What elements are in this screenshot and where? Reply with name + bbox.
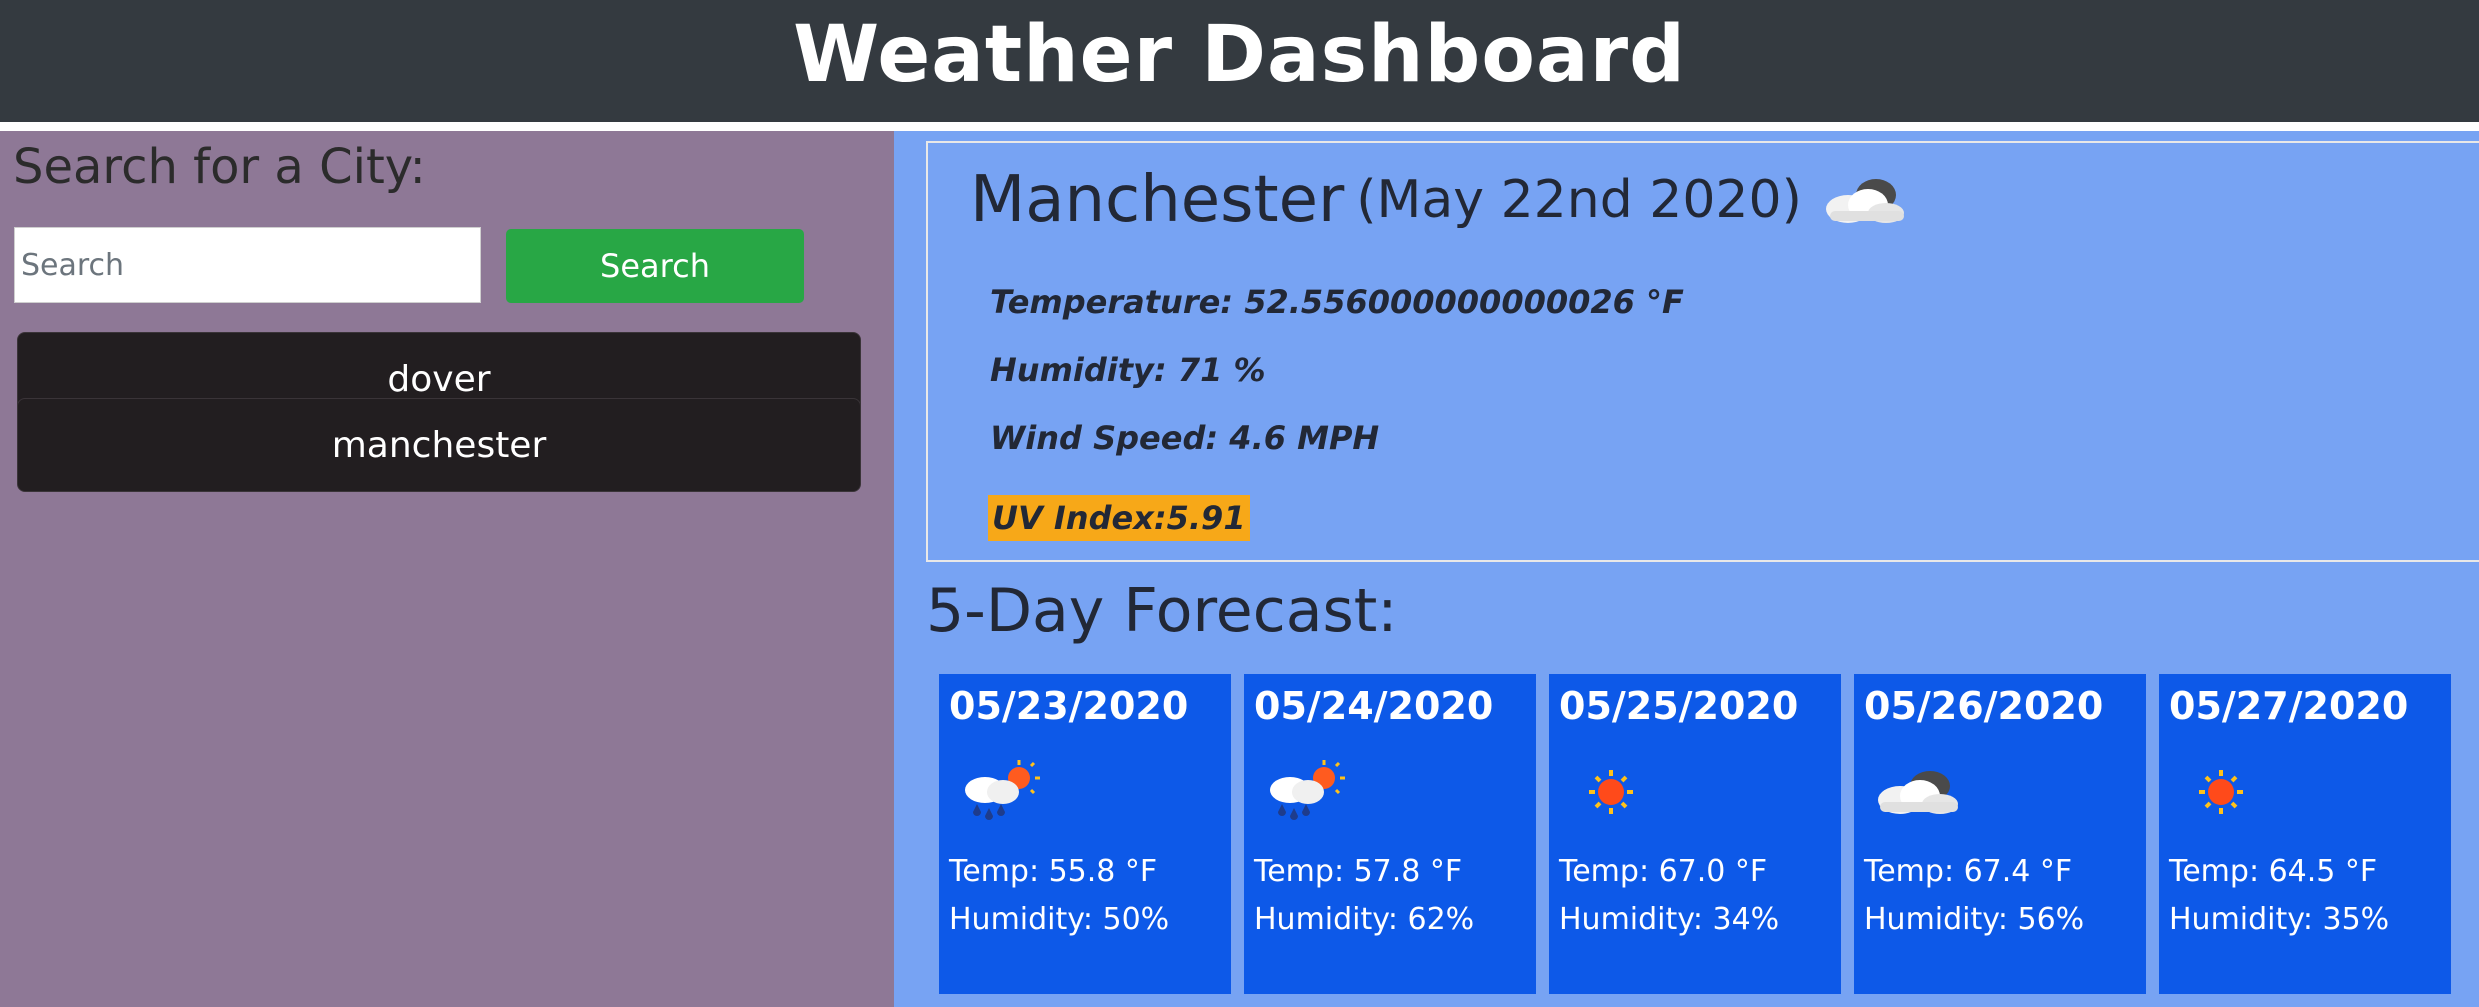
forecast-date: 05/27/2020 (2169, 684, 2409, 728)
forecast-temp: Temp: 67.0 °F (1559, 854, 1768, 889)
page-title: Weather Dashboard (793, 10, 1686, 100)
forecast-card: 05/25/2020 Temp: 67.0 °F Humidity: 34% (1549, 674, 1841, 994)
main-content: Manchester (May 22nd 2020) Temperature: … (894, 131, 2479, 1007)
forecast-date: 05/26/2020 (1864, 684, 2104, 728)
sun-icon (1589, 770, 1633, 814)
rain-sun-icon (1270, 760, 1345, 820)
forecast-date: 05/24/2020 (1254, 684, 1494, 728)
forecast-date: 05/25/2020 (1559, 684, 1799, 728)
search-heading: Search for a City: (13, 139, 426, 195)
forecast-temp: Temp: 57.8 °F (1254, 854, 1463, 889)
forecast-humidity: Humidity: 62% (1254, 902, 1475, 937)
forecast-humidity: Humidity: 34% (1559, 902, 1780, 937)
forecast-title: 5-Day Forecast: (926, 576, 1398, 646)
forecast-humidity: Humidity: 56% (1864, 902, 2085, 937)
forecast-card: 05/26/2020 Temp: 67.4 °F Humidity: 56% (1854, 674, 2146, 994)
rain-sun-icon (965, 760, 1040, 820)
forecast-humidity: Humidity: 50% (949, 902, 1170, 937)
forecast-card: 05/23/2020 Temp: 55.8 °F Humidity: 50% (939, 674, 1231, 994)
cloud-icon (1825, 179, 1904, 223)
history-item-manchester[interactable]: manchester (17, 398, 861, 492)
forecast-card: 05/27/2020 Temp: 64.5 °F Humidity: 35% (2159, 674, 2451, 994)
current-humidity: Humidity: 71 % (990, 351, 1266, 389)
current-weather-panel: Manchester (May 22nd 2020) Temperature: … (926, 141, 2479, 562)
forecast-humidity: Humidity: 35% (2169, 902, 2390, 937)
uv-index-badge: UV Index:5.91 (988, 495, 1250, 541)
sidebar: Search for a City: Search dover manchest… (0, 131, 894, 1007)
current-temperature: Temperature: 52.556000000000026 °F (990, 283, 1684, 321)
forecast-temp: Temp: 67.4 °F (1864, 854, 2073, 889)
forecast-date: 05/23/2020 (949, 684, 1189, 728)
sun-icon (2199, 770, 2243, 814)
forecast-temp: Temp: 64.5 °F (2169, 854, 2378, 889)
search-input[interactable] (14, 227, 481, 303)
forecast-temp: Temp: 55.8 °F (949, 854, 1158, 889)
search-button[interactable]: Search (506, 229, 804, 303)
current-city-line: Manchester (May 22nd 2020) (970, 163, 1910, 237)
current-city-name: Manchester (970, 163, 1345, 237)
current-wind-speed: Wind Speed: 4.6 MPH (990, 419, 1380, 457)
app-header: Weather Dashboard (0, 0, 2479, 122)
current-date: (May 22nd 2020) (1356, 170, 1802, 230)
forecast-card: 05/24/2020 Temp: 57.8 °F Humidity: 62% (1244, 674, 1536, 994)
cloud-icon (1878, 771, 1958, 814)
